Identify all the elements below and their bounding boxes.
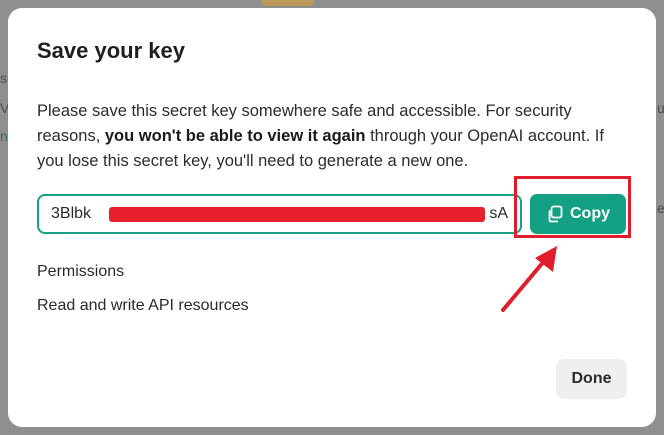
redaction-bar xyxy=(109,207,485,222)
done-button[interactable]: Done xyxy=(556,359,627,399)
highlight-box xyxy=(514,176,631,238)
background-text: n xyxy=(0,128,8,144)
secret-key-field[interactable]: 3Blbk sA xyxy=(37,194,522,234)
background-text: u xyxy=(657,100,664,116)
secret-key-end: sA xyxy=(489,205,508,222)
secret-key-start: 3Blbk xyxy=(51,205,92,222)
permissions-label: Permissions xyxy=(37,263,125,280)
dialog-title: Save your key xyxy=(37,38,185,63)
background-text: e xyxy=(657,200,664,216)
description-emphasis: you won't be able to view it again xyxy=(104,127,366,145)
permissions-value: Read and write API resources xyxy=(37,297,249,314)
background-tab xyxy=(262,0,314,6)
dialog-description: Please save this secret key somewhere sa… xyxy=(37,102,604,170)
background-text: s xyxy=(0,70,7,86)
red-arrow-icon xyxy=(501,246,557,312)
